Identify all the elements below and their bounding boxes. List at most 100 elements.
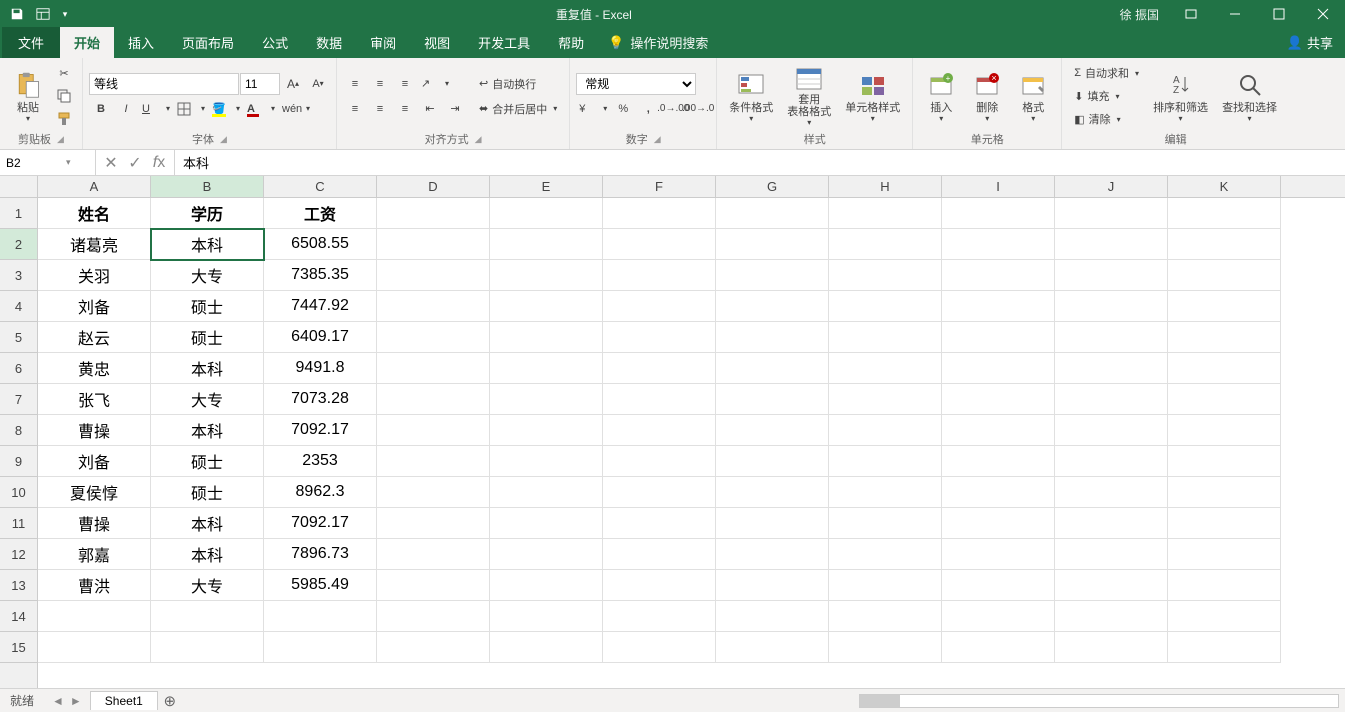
copy-button[interactable] <box>52 85 76 107</box>
row-header-5[interactable]: 5 <box>0 322 37 353</box>
cell-I5[interactable] <box>942 322 1055 353</box>
cell-D7[interactable] <box>377 384 490 415</box>
font-color-button[interactable]: A▾ <box>244 98 278 120</box>
tab-page-layout[interactable]: 页面布局 <box>168 27 248 58</box>
tab-view[interactable]: 视图 <box>410 27 464 58</box>
accounting-format-button[interactable]: ¥▾ <box>576 98 610 120</box>
cell-H2[interactable] <box>829 229 942 260</box>
fill-button[interactable]: ⬇填充▾ <box>1068 85 1145 107</box>
minimize-button[interactable] <box>1213 0 1257 28</box>
tab-insert[interactable]: 插入 <box>114 27 168 58</box>
number-dialog-icon[interactable]: ◢ <box>654 134 661 145</box>
cell-E14[interactable] <box>490 601 603 632</box>
cell-I10[interactable] <box>942 477 1055 508</box>
cell-F8[interactable] <box>603 415 716 446</box>
cell-D14[interactable] <box>377 601 490 632</box>
cell-B4[interactable]: 硕士 <box>151 291 264 322</box>
cell-F10[interactable] <box>603 477 716 508</box>
cell-E1[interactable] <box>490 198 603 229</box>
cell-D15[interactable] <box>377 632 490 663</box>
cell-C10[interactable]: 8962.3 <box>264 477 377 508</box>
increase-font-button[interactable]: A▴ <box>281 73 305 95</box>
cell-D4[interactable] <box>377 291 490 322</box>
cell-B10[interactable]: 硕士 <box>151 477 264 508</box>
cell-D2[interactable] <box>377 229 490 260</box>
column-header-G[interactable]: G <box>716 176 829 197</box>
cell-J9[interactable] <box>1055 446 1168 477</box>
cell-J6[interactable] <box>1055 353 1168 384</box>
cell-H4[interactable] <box>829 291 942 322</box>
cell-I15[interactable] <box>942 632 1055 663</box>
align-bottom-button[interactable]: ≡ <box>393 73 417 95</box>
cell-K2[interactable] <box>1168 229 1281 260</box>
cell-K8[interactable] <box>1168 415 1281 446</box>
cell-H12[interactable] <box>829 539 942 570</box>
column-header-E[interactable]: E <box>490 176 603 197</box>
cell-C2[interactable]: 6508.55 <box>264 229 377 260</box>
cell-I8[interactable] <box>942 415 1055 446</box>
cell-A15[interactable] <box>38 632 151 663</box>
phonetic-button[interactable]: wén▾ <box>279 98 313 120</box>
cell-H14[interactable] <box>829 601 942 632</box>
cell-C1[interactable]: 工资 <box>264 198 377 229</box>
cell-A14[interactable] <box>38 601 151 632</box>
cell-K15[interactable] <box>1168 632 1281 663</box>
row-header-4[interactable]: 4 <box>0 291 37 322</box>
align-top-button[interactable]: ≡ <box>343 73 367 95</box>
cell-G10[interactable] <box>716 477 829 508</box>
cell-E10[interactable] <box>490 477 603 508</box>
column-header-I[interactable]: I <box>942 176 1055 197</box>
cell-E11[interactable] <box>490 508 603 539</box>
sheet-prev-icon[interactable]: ◄ <box>50 694 66 708</box>
cell-F6[interactable] <box>603 353 716 384</box>
cell-J2[interactable] <box>1055 229 1168 260</box>
tab-review[interactable]: 审阅 <box>356 27 410 58</box>
decrease-indent-button[interactable]: ⇤ <box>418 98 442 120</box>
cell-H15[interactable] <box>829 632 942 663</box>
tell-me[interactable]: 💡 操作说明搜索 <box>598 27 718 58</box>
sheet-next-icon[interactable]: ► <box>68 694 84 708</box>
cell-K5[interactable] <box>1168 322 1281 353</box>
merge-center-button[interactable]: ⬌合并后居中▾ <box>473 98 563 120</box>
orientation-button[interactable]: ↗▾ <box>418 73 452 95</box>
maximize-button[interactable] <box>1257 0 1301 28</box>
cell-C4[interactable]: 7447.92 <box>264 291 377 322</box>
quicklayout-icon[interactable] <box>32 3 54 25</box>
close-button[interactable] <box>1301 0 1345 28</box>
cell-B12[interactable]: 本科 <box>151 539 264 570</box>
row-header-14[interactable]: 14 <box>0 601 37 632</box>
font-dialog-icon[interactable]: ◢ <box>220 134 227 145</box>
cell-I14[interactable] <box>942 601 1055 632</box>
cell-J1[interactable] <box>1055 198 1168 229</box>
cell-D8[interactable] <box>377 415 490 446</box>
sheet-nav[interactable]: ◄► <box>44 694 90 708</box>
cell-F14[interactable] <box>603 601 716 632</box>
cell-G4[interactable] <box>716 291 829 322</box>
cell-C15[interactable] <box>264 632 377 663</box>
cell-K12[interactable] <box>1168 539 1281 570</box>
conditional-format-button[interactable]: 条件格式▾ <box>723 63 779 129</box>
column-header-C[interactable]: C <box>264 176 377 197</box>
name-box[interactable]: ▾ <box>0 150 96 175</box>
autosum-button[interactable]: Σ自动求和▾ <box>1068 62 1145 84</box>
cell-D12[interactable] <box>377 539 490 570</box>
cell-F3[interactable] <box>603 260 716 291</box>
cell-A8[interactable]: 曹操 <box>38 415 151 446</box>
cell-K13[interactable] <box>1168 570 1281 601</box>
cell-F11[interactable] <box>603 508 716 539</box>
cell-A13[interactable]: 曹洪 <box>38 570 151 601</box>
cell-J5[interactable] <box>1055 322 1168 353</box>
cell-J12[interactable] <box>1055 539 1168 570</box>
cell-G2[interactable] <box>716 229 829 260</box>
cell-G5[interactable] <box>716 322 829 353</box>
row-header-3[interactable]: 3 <box>0 260 37 291</box>
cell-A1[interactable]: 姓名 <box>38 198 151 229</box>
cell-K6[interactable] <box>1168 353 1281 384</box>
cell-A12[interactable]: 郭嘉 <box>38 539 151 570</box>
cell-E9[interactable] <box>490 446 603 477</box>
cell-D13[interactable] <box>377 570 490 601</box>
cell-A2[interactable]: 诸葛亮 <box>38 229 151 260</box>
cell-G3[interactable] <box>716 260 829 291</box>
cell-A7[interactable]: 张飞 <box>38 384 151 415</box>
bold-button[interactable]: B <box>89 98 113 120</box>
